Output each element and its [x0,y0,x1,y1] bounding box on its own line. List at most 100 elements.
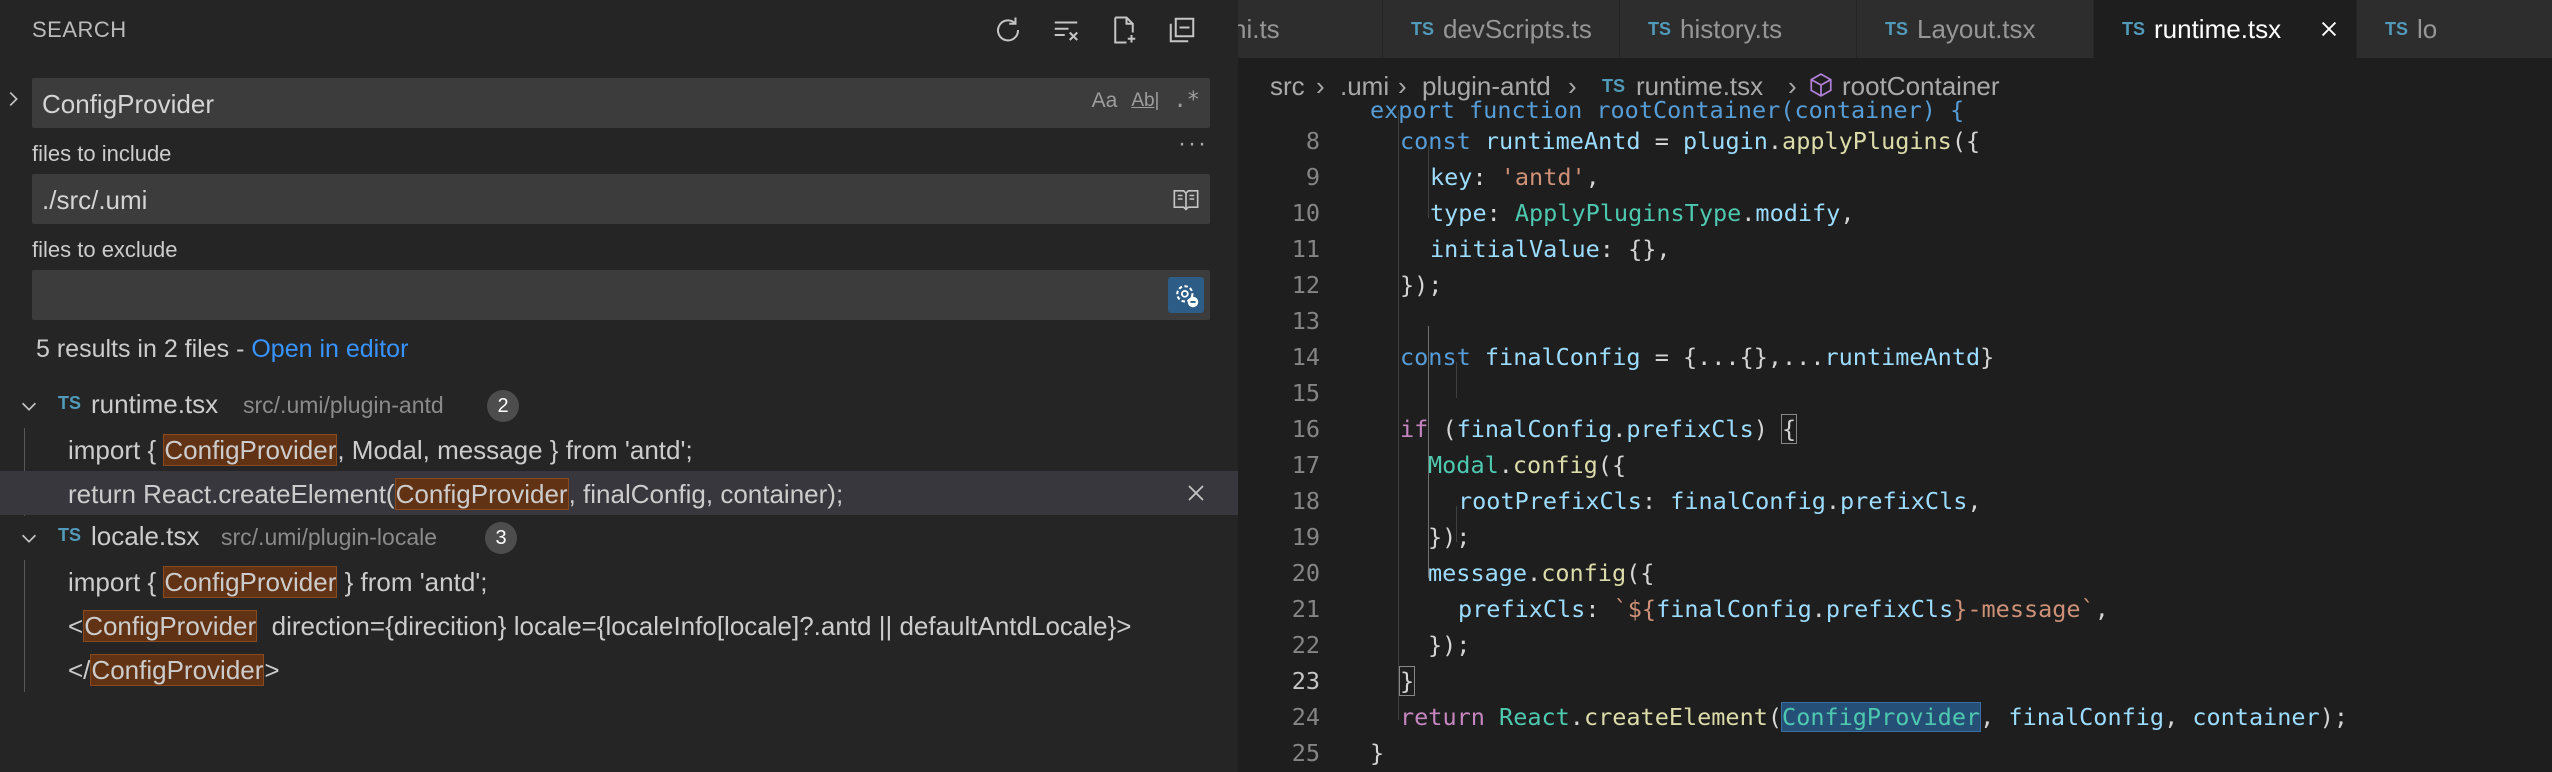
toggle-replace-button[interactable] [2,88,28,114]
match-line[interactable]: import { ConfigProvider, Modal, message … [0,427,1238,471]
code-line: 21 prefixCls: `${finalConfig.prefixCls}-… [1238,592,2552,628]
code-line: 18 rootPrefixCls: finalConfig.prefixCls, [1238,484,2552,520]
line-number: 13 [1291,307,1320,335]
include-label: files to include [32,141,172,166]
match-text: <ConfigProvider direction={direcition} l… [68,610,1132,642]
code-line: 12 }); [1238,268,2552,304]
files-to-exclude-input[interactable] [32,270,1210,320]
line-number: 24 [1291,703,1320,731]
close-tab-icon[interactable] [2318,18,2340,40]
match-line-selected[interactable]: return React.createElement(ConfigProvide… [0,471,1238,515]
code-line-partial: export function rootContainer(container)… [1370,96,1965,124]
toggle-search-details-button[interactable]: ··· [1178,130,1208,158]
search-open-editors-button[interactable] [1168,181,1204,217]
line-number: 10 [1291,199,1320,227]
line-number: 15 [1291,379,1320,407]
code-editor: ni.ts TS devScripts.ts TS history.ts TS … [1238,0,2552,772]
tab-history[interactable]: TS history.ts [1620,0,1857,58]
code-line: 8 const runtimeAntd = plugin.applyPlugin… [1238,124,2552,160]
selected-text: ConfigProvider [1781,702,1982,732]
typescript-file-icon: TS [2122,19,2146,39]
refresh-icon [997,17,1020,42]
file-name: locale.tsx [91,521,200,551]
files-to-include-input[interactable]: ./src/.umi [32,174,1210,224]
search-sidebar: SEARCH ConfigProvider Aa Ab| .* ··· file… [0,0,1238,772]
match-text: import { ConfigProvider } from 'antd'; [68,566,488,598]
match-whole-word-toggle[interactable]: Ab| [1131,90,1159,112]
search-input[interactable]: ConfigProvider Aa Ab| .* [32,78,1210,128]
typescript-file-icon: TS [1602,76,1626,96]
tab-label: ni.ts [1238,14,1280,44]
tab-label: devScripts.ts [1443,14,1592,44]
code-line: 19 }); [1238,520,2552,556]
sidebar-header: SEARCH [0,0,1238,58]
match-text: </ConfigProvider> [68,654,280,686]
match-count-badge: 3 [485,522,517,554]
code-line: 20 message.config({ [1238,556,2552,592]
results-count: 5 results in 2 files - [36,335,252,363]
file-name: runtime.tsx [91,389,219,419]
match-line[interactable]: </ConfigProvider> [0,647,1238,691]
tab-label: runtime.tsx [2154,14,2282,44]
tab-label: Layout.tsx [1917,14,2036,44]
chevron-down-icon [21,534,37,543]
match-line[interactable]: <ConfigProvider direction={direcition} l… [0,603,1238,647]
tab-locale[interactable]: TS lo [2357,0,2552,58]
code-line: 11 initialValue: {}, [1238,232,2552,268]
dismiss-match-icon[interactable] [1184,481,1208,505]
code-line: 25 } [1238,736,2552,772]
code-line: 14 const finalConfig = {...{},...runtime… [1238,340,2552,376]
use-regex-toggle[interactable]: .* [1174,88,1201,113]
collapse-all-button[interactable] [1162,10,1202,50]
editor-tab-bar: ni.ts TS devScripts.ts TS history.ts TS … [1238,0,2552,58]
code-line: 9 key: 'antd', [1238,160,2552,196]
typescript-file-icon: TS [1411,19,1435,39]
code-line: 17 Modal.config({ [1238,448,2552,484]
tab-label: lo [2417,14,2438,44]
file-match-runtime[interactable]: TS runtime.tsx src/.umi/plugin-antd 2 [0,383,1238,427]
line-number: 17 [1291,451,1320,479]
symbol-method-icon [1810,73,1832,97]
chevron-down-icon [21,402,37,411]
new-search-editor-button[interactable] [1104,10,1144,50]
match-highlight: ConfigProvider [163,434,338,466]
code-line-current: 23 } [1238,664,2552,700]
line-number: 11 [1291,235,1320,263]
clear-results-icon [1054,21,1078,41]
new-search-editor-icon [1114,16,1136,44]
tab-layout[interactable]: TS Layout.tsx [1857,0,2094,58]
open-in-editor-link[interactable]: Open in editor [251,335,408,363]
line-number: 12 [1291,271,1320,299]
code-line: 24 return React.createElement(ConfigProv… [1238,700,2552,736]
refresh-button[interactable] [988,10,1028,50]
code-line: 10 type: ApplyPluginsType.modify, [1238,196,2552,232]
sidebar-actions [988,10,1202,50]
line-number: 25 [1291,739,1320,767]
book-icon [1173,190,1199,211]
match-text: import { ConfigProvider, Modal, message … [68,434,693,466]
exclude-label: files to exclude [32,237,178,262]
match-line[interactable]: import { ConfigProvider } from 'antd'; [0,559,1238,603]
code-line: 16 if (finalConfig.prefixCls) { [1238,412,2552,448]
line-number: 9 [1305,163,1320,191]
typescript-file-icon: TS [1648,19,1672,39]
match-highlight: ConfigProvider [394,478,569,510]
tab-ni[interactable]: ni.ts [1238,0,1383,58]
files-to-include-value: ./src/.umi [42,185,148,215]
line-number: 22 [1291,631,1320,659]
line-number: 20 [1291,559,1320,587]
line-number: 21 [1291,595,1320,623]
typescript-file-icon: TS [2385,19,2409,39]
file-match-locale[interactable]: TS locale.tsx src/.umi/plugin-locale 3 [0,515,1238,559]
clear-results-button[interactable] [1046,10,1086,50]
line-number: 8 [1305,127,1320,155]
tab-devscripts[interactable]: TS devScripts.ts [1383,0,1620,58]
tab-runtime[interactable]: TS runtime.tsx [2094,0,2357,58]
breadcrumb-item[interactable]: src [1270,71,1305,102]
match-case-toggle[interactable]: Aa [1092,89,1118,113]
line-number: 14 [1291,343,1320,371]
use-exclude-settings-button[interactable] [1168,277,1204,313]
typescript-file-icon: TS [58,525,82,545]
code-area[interactable]: export function rootContainer(container)… [1238,96,2552,772]
code-line: 15 [1238,376,2552,412]
